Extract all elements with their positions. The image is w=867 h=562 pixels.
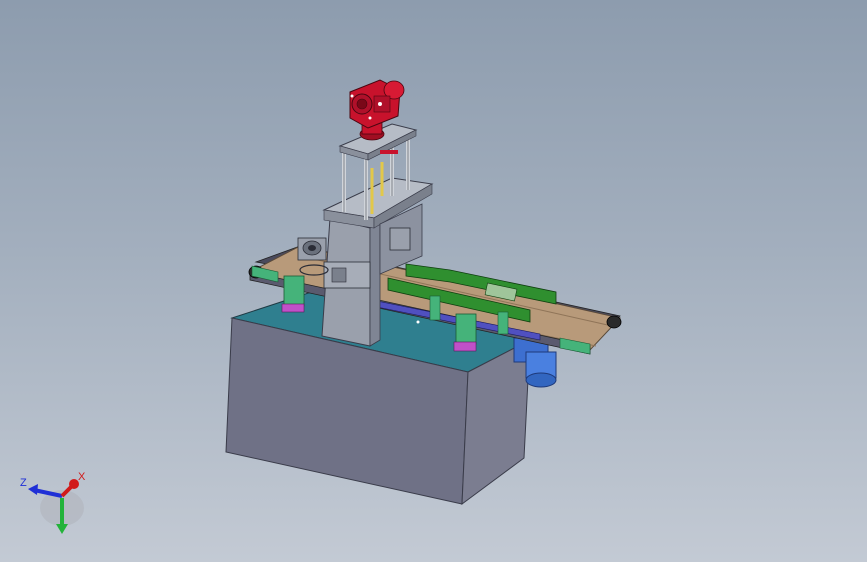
x-axis-label: X — [78, 471, 86, 483]
z-axis-label: Z — [20, 477, 27, 489]
mount-left-pad — [281, 303, 305, 313]
roller-right — [606, 315, 622, 329]
column-side-plate — [369, 223, 381, 347]
mount-right-pad — [453, 341, 477, 352]
mount-right-plate — [455, 313, 477, 345]
mount-left-plate — [283, 275, 305, 307]
cad-viewport[interactable] — [0, 0, 867, 562]
view-orientation-triad[interactable]: Z X — [14, 468, 94, 544]
